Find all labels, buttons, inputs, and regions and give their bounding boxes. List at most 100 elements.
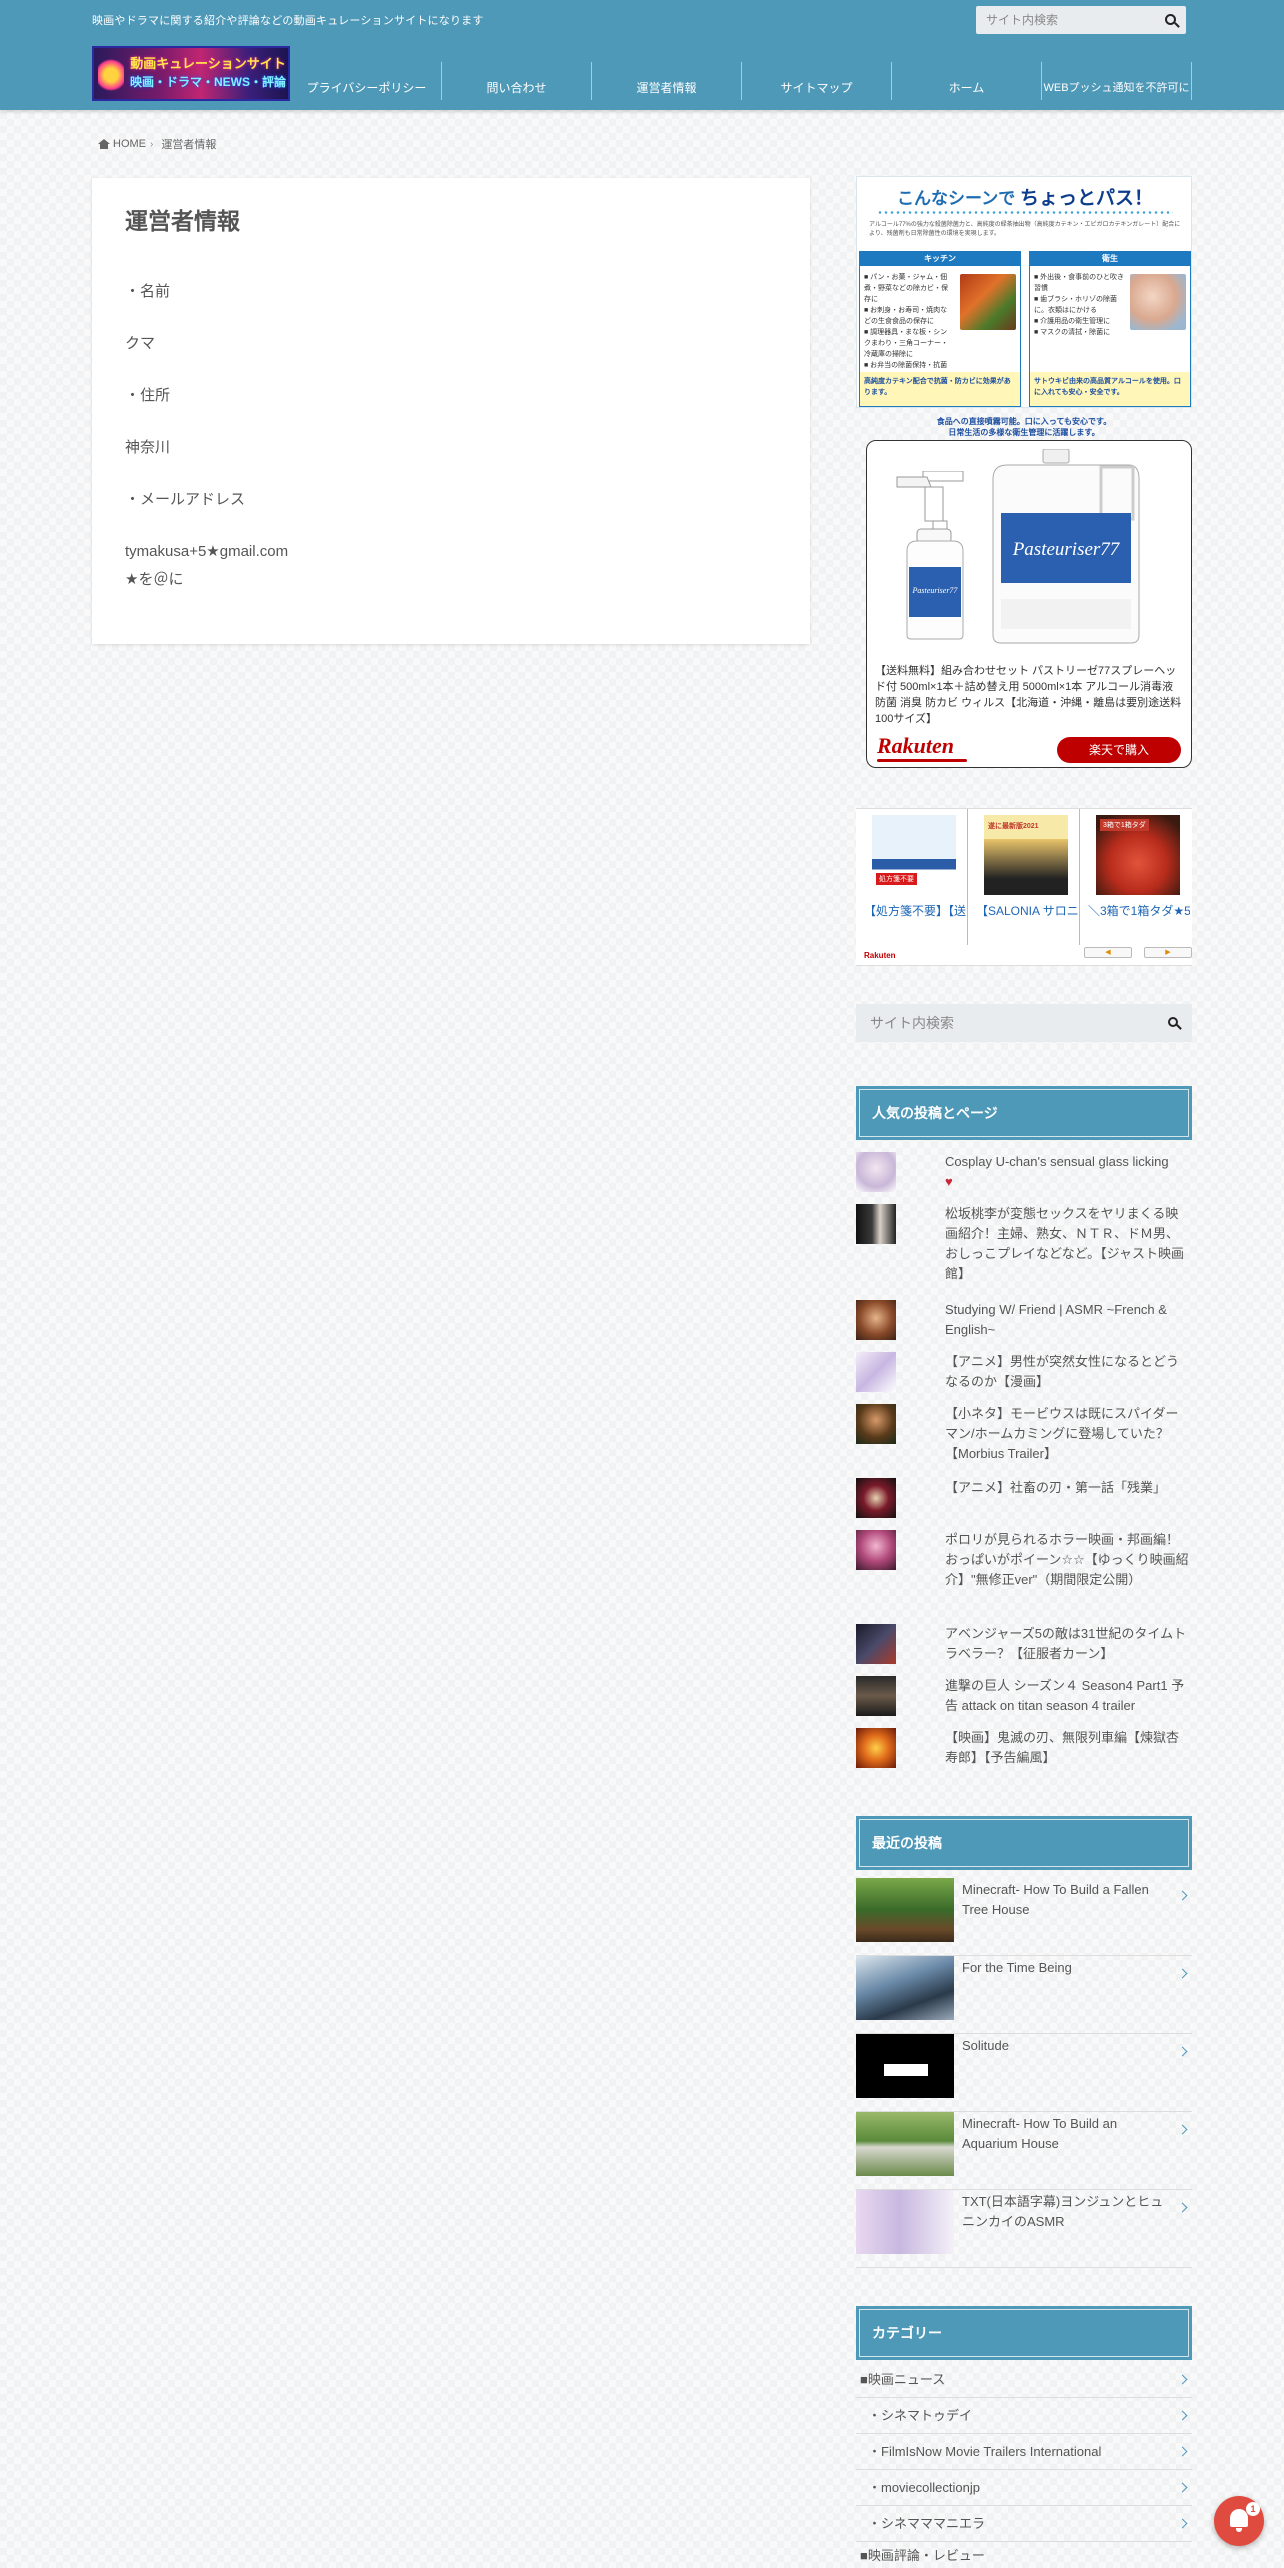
popular-post-title[interactable]: 【映画】鬼滅の刃、無限列車編【煉獄杏寿郎】【予告編風】 — [945, 1728, 1191, 1768]
popular-post-item[interactable]: 【アニメ】社畜の刃・第一話「残業」 — [856, 1478, 1192, 1522]
carousel-item-badge: 遂に最新版2021 — [988, 823, 1039, 830]
popular-post-title-text[interactable]: Cosplay U-chan's sensual glass licking — [945, 1154, 1169, 1169]
chevron-right-icon — [1177, 2202, 1188, 2213]
nav-item-home[interactable]: ホーム — [892, 62, 1042, 100]
popular-post-title[interactable]: 【アニメ】男性が突然女性になるとどうなるのか【漫画】 — [945, 1352, 1191, 1392]
ad1-note: 食品への直接噴霧可能。口に入っても安心です。 日常生活の多様な衛生管理に活躍しま… — [856, 416, 1192, 438]
ad-card-pasteuriser-product[interactable]: Pasteuriser77 Pasteuriser77 【送料無料】組み合わせセ… — [866, 440, 1192, 768]
category-label[interactable]: ・シネマママニエラ — [868, 2516, 985, 2531]
popular-post-thumb[interactable] — [856, 1624, 896, 1664]
category-item[interactable]: ・シネマママニエラ — [856, 2506, 1192, 2542]
recent-post-thumb[interactable] — [856, 2190, 954, 2254]
popular-post-thumb[interactable] — [856, 1530, 896, 1570]
ad1-hygiene-line: ■ 歯ブラシ・ホリゾの除菌に。衣類はにかける — [1034, 296, 1118, 314]
popular-post-title[interactable]: ポロリが見られるホラー映画・邦画編！おっぱいがポイーン☆☆【ゆっくり映画紹介】"… — [945, 1530, 1191, 1590]
popular-post-title[interactable]: アベンジャーズ5の敵は31世紀のタイムトラベラー？【征服者カーン】 — [945, 1624, 1191, 1664]
ad1-kitchen-head: キッチン — [860, 252, 1020, 266]
recent-post-title[interactable]: Solitude — [962, 2036, 1168, 2056]
breadcrumb-home[interactable]: HOME — [113, 138, 146, 150]
nav-item-operator[interactable]: 運営者情報 — [592, 62, 742, 100]
nav-item-sitemap[interactable]: サイトマップ — [742, 62, 892, 100]
popular-post-thumb[interactable] — [856, 1152, 896, 1192]
recent-post-item[interactable]: For the Time Being — [856, 1956, 1192, 2034]
popular-post-thumb[interactable] — [856, 1404, 896, 1444]
ad1-hygiene-head: 衛生 — [1030, 252, 1190, 266]
site-logo[interactable]: 動画キュレーションサイト 映画・ドラマ・NEWS・評論 — [92, 46, 290, 101]
popular-post-item[interactable]: Cosplay U-chan's sensual glass licking ♥ — [856, 1152, 1192, 1196]
ad1-hygiene-column: 衛生 ■ 外出後・食事前のひと吹き習慣 ■ 歯ブラシ・ホリゾの除菌に。衣類はにか… — [1029, 251, 1191, 407]
popular-post-thumb[interactable] — [856, 1300, 896, 1340]
category-label[interactable]: ・moviecollectionjp — [868, 2480, 980, 2495]
category-item[interactable]: ・シネマトゥデイ — [856, 2398, 1192, 2434]
recent-post-title[interactable]: For the Time Being — [962, 1958, 1168, 1978]
header-search-input[interactable] — [976, 6, 1156, 34]
ad1-hygiene-list: ■ 外出後・食事前のひと吹き習慣 ■ 歯ブラシ・ホリゾの除菌に。衣類はにかける … — [1034, 272, 1124, 338]
popular-post-item[interactable]: ポロリが見られるホラー映画・邦画編！おっぱいがポイーン☆☆【ゆっくり映画紹介】"… — [856, 1530, 1192, 1614]
product-description[interactable]: 【送料無料】組み合わせセット パストリーゼ77スプレーヘッド付 500ml×1本… — [875, 663, 1187, 727]
recent-post-title[interactable]: Minecraft- How To Build an Aquarium Hous… — [962, 2114, 1168, 2154]
category-item[interactable]: ・moviecollectionjp — [856, 2470, 1192, 2506]
popular-post-thumb[interactable] — [856, 1676, 896, 1716]
popular-post-item[interactable]: 進撃の巨人 シーズン４ Season4 Part1 予告 attack on t… — [856, 1676, 1192, 1720]
carousel-prev-button[interactable]: ◀ — [1084, 947, 1132, 958]
carousel-item-caption[interactable]: 【SALONIA サロニア 公式店】 — [976, 903, 1078, 919]
popular-post-item[interactable]: 【アニメ】男性が突然女性になるとどうなるのか【漫画】 — [856, 1352, 1192, 1396]
buy-on-rakuten-button[interactable]: 楽天で購入 — [1057, 737, 1181, 763]
ad1-hygiene-line: ■ 介護用品の衛生管理に — [1034, 318, 1111, 325]
popular-post-thumb[interactable] — [856, 1478, 896, 1518]
recent-post-item[interactable]: Minecraft- How To Build a Fallen Tree Ho… — [856, 1878, 1192, 1956]
rakuten-logo: Rakuten — [877, 733, 955, 758]
popular-post-item[interactable]: Studying W/ Friend | ASMR ~French & Engl… — [856, 1300, 1192, 1344]
sidebar-search-input[interactable] — [856, 1004, 1156, 1042]
header-search-box — [976, 6, 1186, 34]
category-item[interactable]: ■映画評論・レビュー — [856, 2542, 1192, 2568]
nav-item-contact[interactable]: 問い合わせ — [442, 62, 592, 100]
recent-post-thumb[interactable] — [856, 2112, 954, 2176]
carousel-item-caption[interactable]: 【処方箋不要】【送料無料】メ — [864, 903, 966, 919]
article-line-address-label: ・住所 — [125, 387, 171, 404]
recent-post-thumb[interactable] — [856, 2034, 954, 2098]
recent-post-thumb[interactable] — [856, 1956, 954, 2020]
popular-post-title[interactable]: 進撃の巨人 シーズン４ Season4 Part1 予告 attack on t… — [945, 1676, 1191, 1716]
category-label[interactable]: ・シネマトゥデイ — [868, 2408, 972, 2423]
popular-post-thumb[interactable] — [856, 1728, 896, 1768]
popular-post-thumb[interactable] — [856, 1204, 896, 1244]
nav-item-privacy[interactable]: プライバシーポリシー — [292, 62, 442, 100]
category-item[interactable]: ・FilmIsNow Movie Trailers International — [856, 2434, 1192, 2470]
popular-post-title[interactable]: Cosplay U-chan's sensual glass licking ♥ — [945, 1152, 1191, 1192]
popular-post-title[interactable]: 松坂桃李が変態セックスをヤリまくる映画紹介！主婦、熟女、ＮＴＲ、ドＭ男、おしっこ… — [945, 1204, 1191, 1284]
popular-post-thumb[interactable] — [856, 1352, 896, 1392]
ad1-food-image — [960, 274, 1016, 330]
recent-post-item[interactable]: Solitude — [856, 2034, 1192, 2112]
category-label[interactable]: ■映画ニュース — [860, 2372, 945, 2387]
recent-post-item[interactable]: Minecraft- How To Build an Aquarium Hous… — [856, 2112, 1192, 2190]
popular-post-item[interactable]: アベンジャーズ5の敵は31世紀のタイムトラベラー？【征服者カーン】 — [856, 1624, 1192, 1668]
ad-banner-pasteuriser-info[interactable]: こんなシーンで ちょっとパス！ アルコール77%の強力な殺菌除菌力と、高純度の緑… — [856, 176, 1192, 408]
popular-post-title[interactable]: 【アニメ】社畜の刃・第一話「残業」 — [945, 1478, 1191, 1498]
carousel-next-button[interactable]: ▶ — [1144, 947, 1192, 958]
push-notification-bell[interactable]: 1 — [1214, 2496, 1264, 2546]
category-label[interactable]: ・FilmIsNow Movie Trailers International — [868, 2444, 1101, 2459]
nav-item-disable-push[interactable]: WEBプッシュ通知を不許可に — [1042, 62, 1192, 100]
popular-post-item[interactable]: 【映画】鬼滅の刃、無限列車編【煉獄杏寿郎】【予告編風】 — [856, 1728, 1192, 1772]
carousel-item-caption[interactable]: ＼3箱で1箱タダ★5,400円OFFク — [1088, 903, 1190, 919]
search-icon[interactable] — [1168, 1017, 1178, 1027]
popular-post-item[interactable]: 松坂桃李が変態セックスをヤリまくる映画紹介！主婦、熟女、ＮＴＲ、ドＭ男、おしっこ… — [856, 1204, 1192, 1288]
carousel-item[interactable]: 3箱で1箱タダ ＼3箱で1箱タダ★5,400円OFFク — [1080, 809, 1192, 945]
category-item[interactable]: ■映画ニュース — [856, 2362, 1192, 2398]
recent-post-thumb[interactable] — [856, 1878, 954, 1942]
recent-post-item[interactable]: TXT(日本語字幕)ヨンジュンとヒュニンカイのASMR — [856, 2190, 1192, 2268]
recent-post-title[interactable]: Minecraft- How To Build a Fallen Tree Ho… — [962, 1880, 1168, 1920]
carousel-item[interactable]: 処方箋不要 【処方箋不要】【送料無料】メ — [856, 809, 968, 945]
search-icon[interactable] — [1165, 14, 1176, 25]
recent-post-title[interactable]: TXT(日本語字幕)ヨンジュンとヒュニンカイのASMR — [962, 2192, 1168, 2232]
popular-post-title[interactable]: 【小ネタ】モービウスは既にスパイダーマン/ホームカミングに登場していた？【Mor… — [945, 1404, 1191, 1464]
carousel-item[interactable]: 遂に最新版2021 【SALONIA サロニア 公式店】 — [968, 809, 1080, 945]
popular-post-item[interactable]: 【小ネタ】モービウスは既にスパイダーマン/ホームカミングに登場していた？【Mor… — [856, 1404, 1192, 1468]
ad1-hygiene-foot: サトウキビ由来の高品質アルコールを使用。口に入れても安心・安全です。 — [1030, 372, 1190, 406]
notification-count-badge: 1 — [1246, 2502, 1260, 2516]
popular-post-title[interactable]: Studying W/ Friend | ASMR ~French & Engl… — [945, 1300, 1191, 1340]
category-label[interactable]: ■映画評論・レビュー — [860, 2548, 985, 2563]
chevron-right-icon — [1177, 2446, 1188, 2457]
article-line-email: tymakusa+5★gmail.com — [125, 543, 289, 560]
